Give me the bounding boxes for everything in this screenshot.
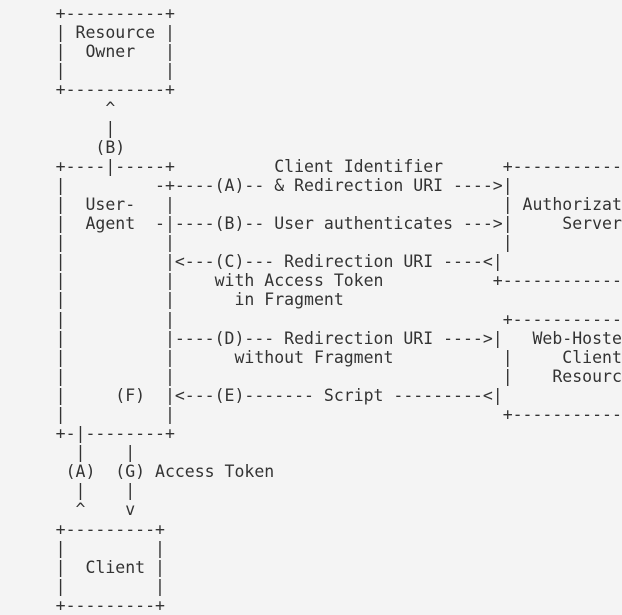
implicit-grant-flow-ascii-diagram: +----------+ | Resource | | Owner | | | …	[0, 0, 622, 615]
